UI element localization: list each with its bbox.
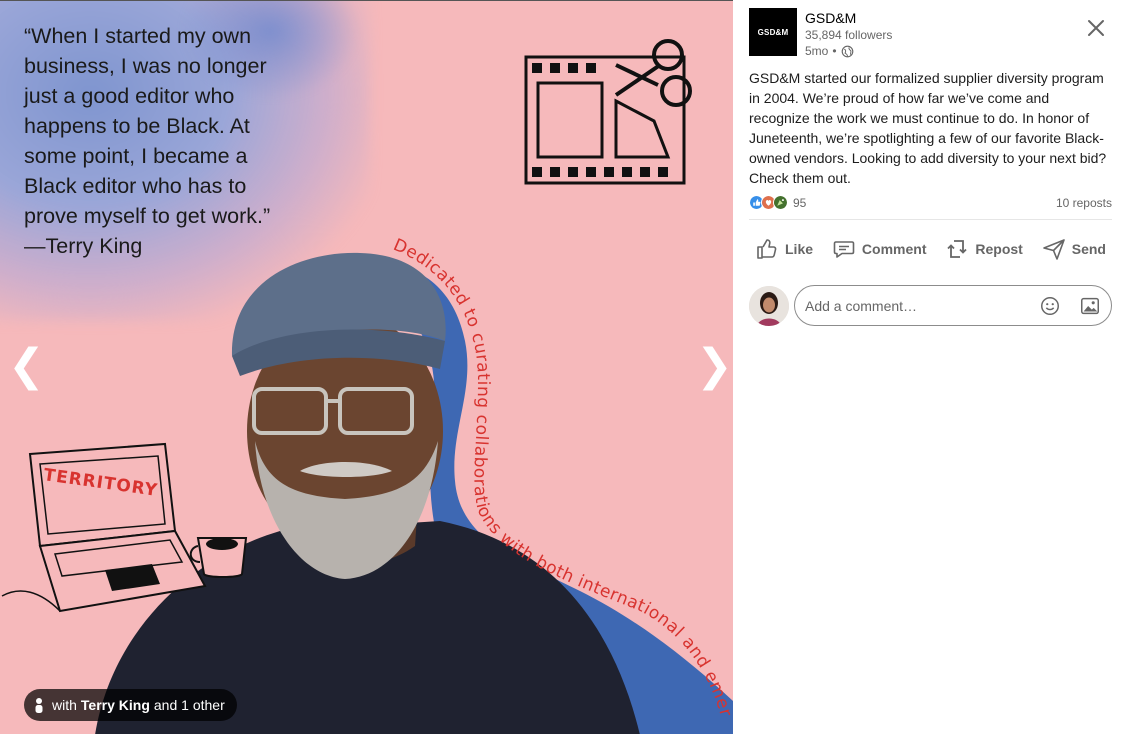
celebrate-reaction-icon — [773, 195, 788, 210]
post-time-row: 5mo • — [805, 43, 892, 59]
previous-image-button[interactable]: ❮ — [8, 341, 45, 391]
reaction-summary[interactable]: 95 — [749, 195, 806, 210]
repost-label: Repost — [975, 241, 1023, 257]
avatar[interactable] — [749, 285, 789, 326]
send-icon — [1042, 239, 1065, 260]
send-label: Send — [1071, 241, 1106, 257]
post-age: 5mo — [805, 44, 829, 58]
image-icon[interactable] — [1079, 295, 1101, 317]
reaction-count: 95 — [793, 195, 807, 210]
tag-name: Terry King — [80, 697, 150, 713]
send-button[interactable]: Send — [1036, 232, 1112, 266]
tag-suffix: and 1 other — [153, 697, 225, 713]
user-avatar-photo — [749, 285, 789, 326]
tagged-people-pill[interactable]: with Terry King and 1 other — [24, 689, 237, 721]
next-image-button[interactable]: ❯ — [696, 341, 733, 391]
tag-prefix: with — [52, 697, 77, 713]
repost-count[interactable]: 10 reposts — [1056, 196, 1112, 210]
laptop-coffee-icon: TERRITORY — [1, 442, 248, 613]
globe-icon — [841, 45, 853, 57]
like-label: Like — [785, 241, 814, 257]
comment-icon — [833, 241, 855, 258]
comment-input[interactable] — [805, 297, 1023, 314]
company-logo[interactable]: GSD&M — [749, 8, 797, 56]
dot-separator: • — [832, 44, 837, 58]
repost-icon — [947, 240, 968, 258]
divider — [749, 219, 1112, 220]
post-image: “When I started my own business, I was n… — [0, 0, 733, 734]
comment-button[interactable]: Comment — [826, 232, 933, 266]
like-button[interactable]: Like — [749, 232, 819, 266]
close-icon[interactable] — [1084, 16, 1108, 40]
post-actions: Like Comment Repost Send — [749, 232, 1112, 266]
comment-label: Comment — [861, 241, 927, 257]
person-icon — [35, 698, 43, 713]
post-detail-panel: GSD&M GSD&M 35,894 followers 5mo • GSD&M… — [733, 0, 1123, 734]
post-body: GSD&M started our formalized supplier di… — [749, 70, 1107, 186]
follower-count: 35,894 followers — [805, 28, 893, 42]
emoji-icon[interactable] — [1039, 295, 1061, 317]
comment-composer — [749, 285, 1112, 326]
author-meta: GSD&M 35,894 followers 5mo • — [805, 8, 892, 59]
comment-input-wrapper — [794, 285, 1112, 326]
film-scissors-icon — [524, 39, 692, 185]
author-name[interactable]: GSD&M — [805, 9, 892, 27]
repost-button[interactable]: Repost — [939, 232, 1028, 266]
post-author: GSD&M GSD&M 35,894 followers 5mo • — [749, 8, 892, 59]
thumbs-up-icon — [757, 239, 777, 259]
